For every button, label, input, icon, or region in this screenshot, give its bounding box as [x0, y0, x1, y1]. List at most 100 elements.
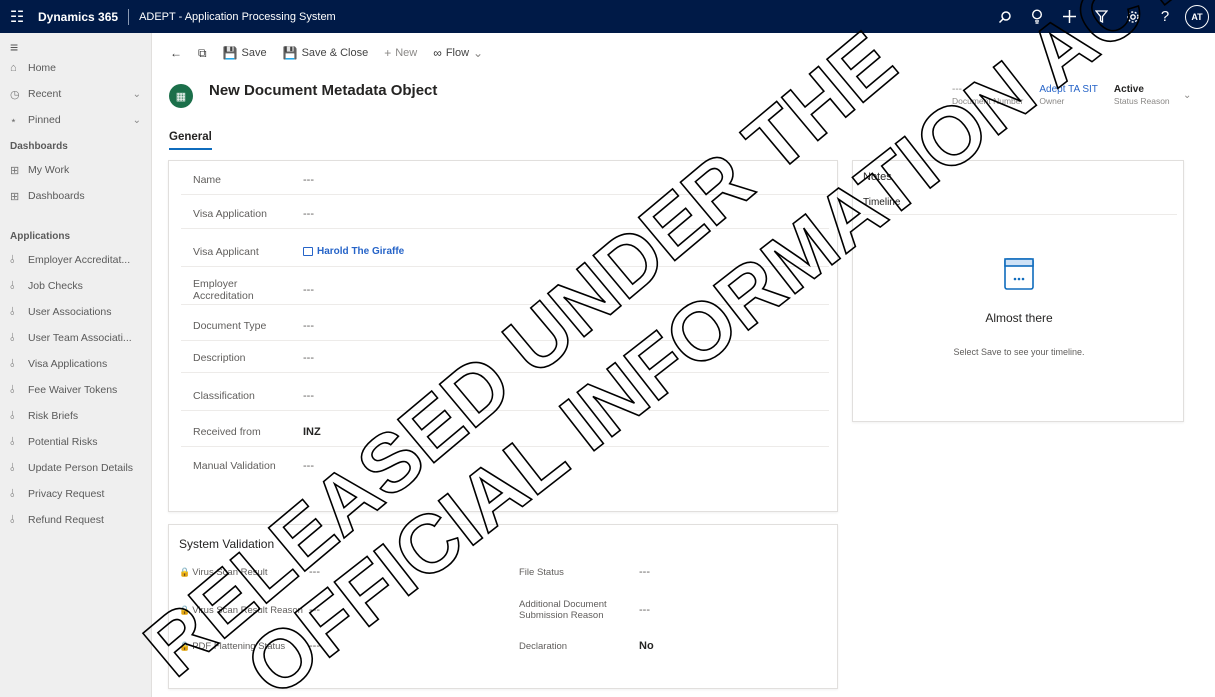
top-bar: ☷ Dynamics 365 ADEPT - Application Proce… — [0, 0, 1215, 33]
declaration-field[interactable]: No — [639, 640, 654, 652]
sidebar-item-pinned[interactable]: ⋆ Pinned ⌄ — [0, 107, 151, 133]
sidebar-item-label: Potential Risks — [28, 436, 98, 448]
sidebar-item-label: Update Person Details — [28, 462, 134, 474]
field-label: Description — [193, 351, 246, 364]
field-label: Manual Validation — [193, 460, 276, 472]
file-status-field[interactable]: --- — [639, 566, 650, 578]
lock-icon: 🔒 — [179, 566, 191, 577]
header-field-value[interactable]: Adept TA SIT — [1039, 84, 1098, 96]
sidebar-item-app[interactable]: ⫰ Fee Waiver Tokens — [0, 377, 151, 403]
visa-applicant-lookup[interactable]: Harold The Giraffe — [303, 246, 404, 257]
field-row-classification: Classification --- — [181, 381, 829, 411]
flow-label: Flow — [445, 47, 470, 59]
sidebar-item-app[interactable]: ⫰ Update Person Details — [0, 455, 151, 481]
section-title: Notes — [863, 171, 892, 183]
header-field-label: Document Number — [952, 96, 1024, 106]
header-fields: --- Document Number Adept TA SIT Owner A… — [952, 84, 1170, 106]
home-icon: ⌂ — [10, 62, 17, 74]
sidebar-item-label: Refund Request — [28, 514, 104, 526]
field-row-received-from: Received from INZ — [181, 417, 829, 447]
grid-icon: ⊞ — [10, 164, 20, 177]
sidebar-item-label: Risk Briefs — [28, 410, 79, 422]
sidebar-section-dashboards: Dashboards — [10, 141, 68, 152]
user-avatar[interactable]: AT — [1185, 4, 1209, 29]
sidebar-item-app[interactable]: ⫰ User Team Associati... — [0, 325, 151, 351]
header-field-owner[interactable]: Adept TA SIT Owner — [1039, 84, 1098, 106]
puzzle-icon: ⫰ — [10, 279, 15, 292]
flow-icon: ∞ — [433, 46, 442, 60]
settings-icon[interactable] — [1117, 0, 1149, 33]
system-validation-section: System Validation 🔒 Virus Scan Result ---… — [168, 524, 838, 689]
virus-scan-result-row: 🔒 Virus Scan Result --- — [179, 557, 320, 587]
sidebar-item-app[interactable]: ⫰ Refund Request — [0, 507, 151, 533]
flow-button[interactable]: ∞ Flow ⌄ — [425, 41, 491, 65]
field-label: Employer Accreditation — [193, 277, 254, 302]
name-field[interactable]: --- — [303, 174, 314, 186]
field-row-description: Description --- — [181, 343, 829, 373]
sidebar-item-app[interactable]: ⫰ Employer Accreditat... — [0, 247, 151, 273]
sidebar: ≡ ⌂ Home ◷ Recent ⌄ ⋆ Pinned ⌄ Dashboard… — [0, 33, 152, 697]
employer-accreditation-field[interactable]: --- — [303, 284, 314, 296]
app-launcher-icon[interactable]: ☷ — [0, 0, 34, 33]
timeline-empty-text: Select Save to see your timeline. — [953, 347, 1085, 357]
field-label-text: PDF Flattening Status — [192, 640, 286, 652]
field-label: Name — [193, 173, 222, 186]
header-expand-chevron-icon[interactable]: ⌄ — [1183, 90, 1191, 101]
manual-validation-field[interactable]: --- — [303, 460, 314, 472]
sidebar-section-applications: Applications — [10, 231, 71, 242]
puzzle-icon: ⫰ — [10, 357, 15, 370]
product-name[interactable]: Dynamics 365 — [34, 10, 128, 24]
save-button[interactable]: 💾 Save — [215, 41, 275, 65]
help-icon[interactable]: ? — [1149, 0, 1181, 33]
field-row-visa-application: Visa Application --- — [181, 199, 829, 229]
virus-scan-result-field: --- — [309, 566, 320, 578]
field-label: File Status — [519, 566, 564, 578]
chevron-down-icon[interactable]: ⌄ — [133, 89, 141, 100]
pin-icon: ⋆ — [10, 114, 17, 127]
field-label: Received from — [193, 425, 261, 438]
save-close-button[interactable]: 💾 Save & Close — [275, 41, 377, 65]
field-row-name: Name --- — [181, 165, 829, 195]
header-field-document-number: --- Document Number — [952, 84, 1023, 106]
sidebar-item-app[interactable]: ⫰ Privacy Request — [0, 481, 151, 507]
sidebar-item-home[interactable]: ⌂ Home — [0, 55, 151, 81]
sidebar-item-recent[interactable]: ◷ Recent ⌄ — [0, 81, 151, 107]
filter-icon[interactable] — [1085, 0, 1117, 33]
lock-icon: 🔒 — [179, 604, 191, 615]
header-field-label: Owner — [1039, 96, 1065, 106]
search-icon[interactable] — [989, 0, 1021, 33]
sidebar-item-label: Fee Waiver Tokens — [28, 384, 118, 396]
save-label: Save — [241, 47, 267, 59]
description-field[interactable]: --- — [303, 352, 314, 364]
sidebar-item-app[interactable]: ⫰ Potential Risks — [0, 429, 151, 455]
sidebar-item-app[interactable]: ⫰ Visa Applications — [0, 351, 151, 377]
sidebar-item-dashboards[interactable]: ⊞ Dashboards — [0, 183, 151, 209]
chevron-down-icon[interactable]: ⌄ — [133, 115, 141, 126]
sidebar-item-app[interactable]: ⫰ User Associations — [0, 299, 151, 325]
new-button[interactable]: + New — [376, 41, 425, 65]
timeline-empty-heading: Almost there — [985, 311, 1053, 325]
puzzle-icon: ⫰ — [10, 383, 15, 396]
additional-document-reason-field[interactable]: --- — [639, 604, 650, 616]
tab-general[interactable]: General — [169, 131, 212, 150]
hamburger-menu-icon[interactable]: ≡ — [0, 33, 151, 55]
page-title: New Document Metadata Object — [209, 82, 438, 99]
visa-applicant-value[interactable]: Harold The Giraffe — [317, 246, 404, 257]
back-button[interactable]: ← — [162, 41, 190, 65]
document-type-field[interactable]: --- — [303, 320, 314, 332]
open-new-window-button[interactable]: ⧉ — [190, 41, 215, 65]
sidebar-item-my-work[interactable]: ⊞ My Work — [0, 157, 151, 183]
pdf-flattening-status-field: --- — [309, 640, 320, 652]
app-name[interactable]: ADEPT - Application Processing System — [139, 11, 336, 23]
classification-field[interactable]: --- — [303, 390, 314, 402]
plus-icon[interactable] — [1053, 0, 1085, 33]
visa-application-field[interactable]: --- — [303, 208, 314, 220]
received-from-field[interactable]: INZ — [303, 426, 321, 438]
field-row-document-type: Document Type --- — [181, 311, 829, 341]
sidebar-item-app[interactable]: ⫰ Risk Briefs — [0, 403, 151, 429]
sidebar-item-app[interactable]: ⫰ Job Checks — [0, 273, 151, 299]
lightbulb-icon[interactable] — [1021, 0, 1053, 33]
puzzle-icon: ⫰ — [10, 461, 15, 474]
plus-icon: + — [384, 46, 392, 60]
